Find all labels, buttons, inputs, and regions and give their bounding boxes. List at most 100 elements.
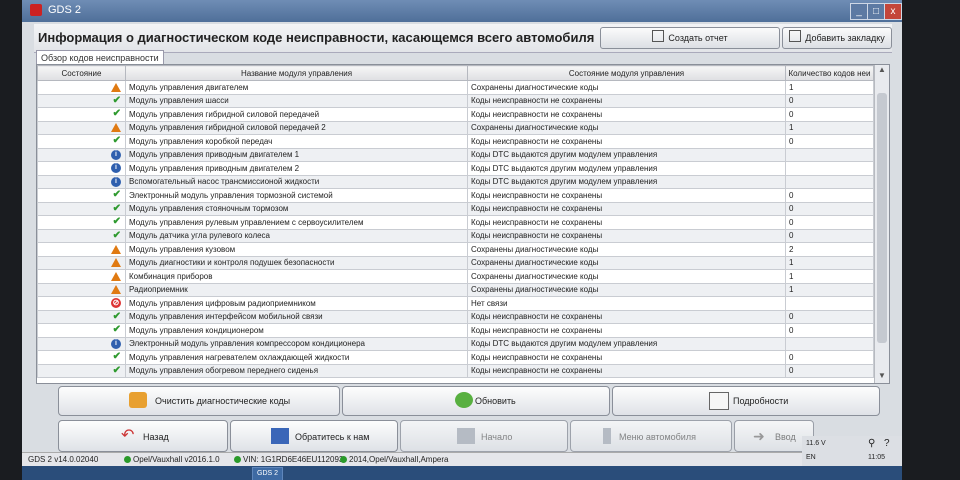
module-state-cell: Коды DTC выдаются другим модулем управле…	[467, 174, 786, 189]
version-text: GDS 2 v14.0.02040	[28, 455, 99, 464]
check-icon: ✔	[112, 216, 121, 228]
table-row[interactable]: Модуль управления двигателем Сохранены ди…	[37, 80, 874, 95]
table-row[interactable]: ✔ Модуль управления нагревателем охлаждаю…	[37, 350, 874, 365]
table-row[interactable]: i Модуль управления приводным двигателем …	[37, 161, 874, 176]
scroll-thumb[interactable]	[877, 93, 887, 343]
minimize-button[interactable]: _	[850, 3, 868, 20]
table-row[interactable]: ✔ Модуль управления стояночным тормозом Ко…	[37, 201, 874, 216]
table-row[interactable]: i Электронный модуль управления компрессо…	[37, 336, 874, 351]
home-button[interactable]: Начало	[400, 420, 568, 452]
dtc-count-cell: 1	[785, 80, 874, 95]
page-title: Информация о диагностическом коде неиспр…	[38, 30, 595, 45]
table-row[interactable]: ✔ Модуль управления шасси Коды неисправнос…	[37, 93, 874, 108]
brand-status: Opel/Vauxhall v2016.1.0	[124, 455, 220, 464]
vehicle-menu-button[interactable]: Меню автомобиля	[570, 420, 732, 452]
enter-arrow-icon: ➜	[753, 428, 765, 444]
table-row[interactable]: ✔ Модуль управления гибридной силовой пер…	[37, 107, 874, 122]
module-name-cell: Модуль управления цифровым радиоприемник…	[125, 296, 468, 311]
col-header-module-state[interactable]: Состояние модуля управления	[467, 65, 786, 81]
warning-icon	[111, 82, 121, 92]
status-cell: ✔	[37, 93, 126, 108]
table-row[interactable]: Модуль диагностики и контроля подушек бе…	[37, 255, 874, 270]
eraser-icon	[129, 392, 147, 408]
voltage-readout: 11.6 V	[806, 440, 826, 447]
table-row[interactable]: ✔ Модуль управления кондиционером Коды неи…	[37, 323, 874, 338]
status-cell: ✔	[37, 228, 126, 243]
dtc-count-cell: 1	[785, 255, 874, 270]
scroll-down-icon[interactable]: ▼	[875, 371, 889, 383]
module-name-cell: Модуль управления гибридной силовой пере…	[125, 107, 468, 122]
maximize-button[interactable]: □	[867, 3, 885, 20]
module-state-cell: Сохранены диагностические коды	[467, 242, 786, 257]
module-state-cell: Коды неисправности не сохранены	[467, 323, 786, 338]
table-row[interactable]: Радиоприемник Сохранены диагностические к…	[37, 282, 874, 297]
check-icon: ✔	[112, 189, 121, 201]
warning-icon	[111, 244, 121, 254]
check-icon: ✔	[112, 202, 121, 214]
table-row[interactable]: ✔ Модуль управления коробкой передач Коды …	[37, 134, 874, 149]
dtc-count-cell: 2	[785, 242, 874, 257]
envelope-icon	[271, 428, 289, 444]
taskbar-item-gds2[interactable]: GDS 2	[252, 467, 284, 480]
module-name-cell: Модуль управления приводным двигателем 2	[125, 161, 468, 176]
close-button[interactable]: x	[884, 3, 902, 20]
help-icon[interactable]: ?	[884, 438, 890, 449]
table-row[interactable]: i Модуль управления приводным двигателем …	[37, 147, 874, 162]
dtc-count-cell: 0	[785, 93, 874, 108]
gds2-window: GDS 2 _ □ x Информация о диагностическом…	[22, 0, 902, 480]
taskbar: GDS 2	[22, 466, 902, 480]
create-report-button[interactable]: Создать отчет	[600, 27, 780, 49]
scroll-up-icon[interactable]: ▲	[875, 65, 889, 77]
check-icon: ✔	[112, 364, 121, 376]
search-icon[interactable]: ⚲	[868, 438, 875, 449]
add-bookmark-button[interactable]: Добавить закладку	[782, 27, 892, 49]
back-button[interactable]: ↶ Назад	[58, 420, 228, 452]
warning-icon	[111, 258, 121, 268]
table-row[interactable]: Модуль управления гибридной силовой пере…	[37, 120, 874, 135]
status-cell: ✔	[37, 350, 126, 365]
col-header-status[interactable]: Состояние	[37, 65, 126, 81]
dtc-count-cell	[785, 296, 874, 311]
window-title: GDS 2	[48, 4, 82, 16]
col-header-count[interactable]: Количество кодов неи	[785, 65, 874, 81]
dtc-count-cell: 1	[785, 269, 874, 284]
app-icon	[30, 4, 42, 16]
brand-text: Opel/Vauxhall v2016.1.0	[133, 455, 220, 464]
dtc-count-cell: 0	[785, 215, 874, 230]
status-cell: ✔	[37, 323, 126, 338]
module-state-cell: Коды неисправности не сохранены	[467, 228, 786, 243]
module-state-cell: Нет связи	[467, 296, 786, 311]
clear-codes-button[interactable]: Очистить диагностические коды	[58, 386, 340, 416]
info-icon: i	[111, 163, 121, 174]
module-name-cell: Модуль управления стояночным тормозом	[125, 201, 468, 216]
tab-dtc-overview[interactable]: Обзор кодов неисправности	[36, 50, 164, 65]
table-row[interactable]: ✔ Модуль управления обогревом переднего с…	[37, 363, 874, 378]
table-row[interactable]: ✔ Модуль датчика угла рулевого колеса Коды…	[37, 228, 874, 243]
module-name-cell: Модуль управления шасси	[125, 93, 468, 108]
status-dot-icon	[234, 456, 241, 463]
details-icon	[709, 392, 729, 410]
table-row[interactable]: ✔ Модуль управления рулевым управлением с…	[37, 215, 874, 230]
module-state-cell: Коды DTC выдаются другим модулем управле…	[467, 161, 786, 176]
col-header-module[interactable]: Название модуля управления	[125, 65, 468, 81]
language-indicator[interactable]: EN	[806, 454, 816, 461]
module-state-cell: Коды неисправности не сохранены	[467, 134, 786, 149]
table-row[interactable]: Комбинация приборов Сохранены диагностиче…	[37, 269, 874, 284]
table-row[interactable]: ✔ Электронный модуль управления тормозной…	[37, 188, 874, 203]
module-state-cell: Сохранены диагностические коды	[467, 80, 786, 95]
table-row[interactable]: ✔ Модуль управления интерфейсом мобильной…	[37, 309, 874, 324]
table-row[interactable]: i Вспомогательный насос трансмиссионой жи…	[37, 174, 874, 189]
module-name-cell: Модуль диагностики и контроля подушек бе…	[125, 255, 468, 270]
contact-us-button[interactable]: Обратитесь к нам	[230, 420, 398, 452]
module-state-cell: Сохранены диагностические коды	[467, 255, 786, 270]
details-button[interactable]: Подробности	[612, 386, 880, 416]
table-row[interactable]: ⊘ Модуль управления цифровым радиоприемни…	[37, 296, 874, 311]
warning-icon	[111, 123, 121, 133]
info-icon: i	[111, 338, 121, 349]
table-row[interactable]: Модуль управления кузовом Сохранены диагн…	[37, 242, 874, 257]
refresh-button[interactable]: Обновить	[342, 386, 610, 416]
vertical-scrollbar[interactable]: ▲ ▼	[874, 65, 889, 383]
clear-codes-label: Очистить диагностические коды	[155, 396, 291, 406]
dtc-count-cell: 0	[785, 323, 874, 338]
module-state-cell: Коды неисправности не сохранены	[467, 350, 786, 365]
